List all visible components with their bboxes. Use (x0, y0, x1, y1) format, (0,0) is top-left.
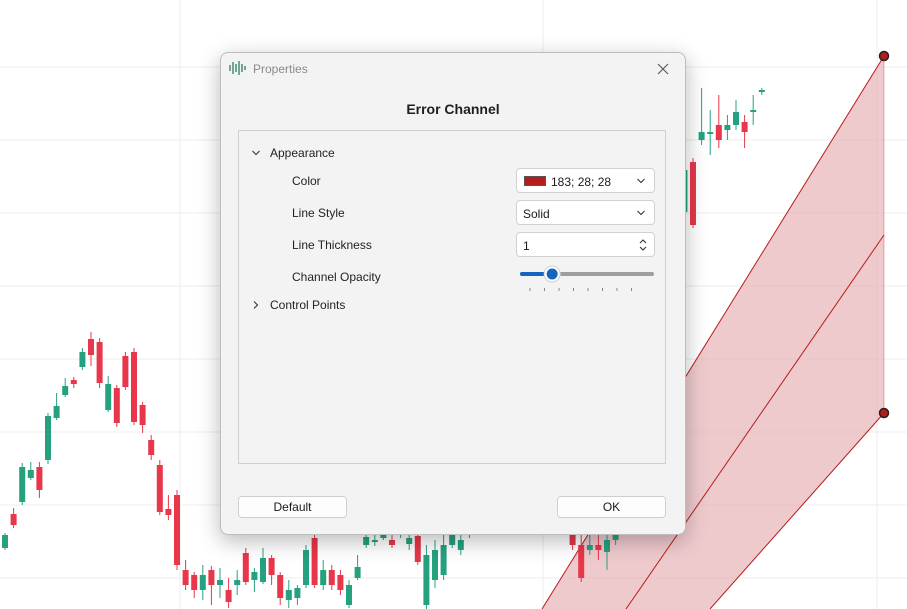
candle-body (457, 540, 464, 550)
candle-body (311, 538, 318, 585)
ok-button[interactable]: OK (557, 496, 666, 518)
close-button[interactable] (651, 59, 675, 79)
candle-body (251, 572, 258, 580)
candle-body (389, 540, 395, 545)
candle-body (690, 162, 696, 225)
candle-body (406, 538, 413, 544)
candle-body (320, 570, 327, 585)
candle-body (156, 465, 163, 512)
line-style-value: Solid (523, 207, 550, 221)
candle-body (268, 558, 275, 575)
candle-body (36, 467, 43, 490)
candle-body (707, 132, 714, 134)
line-thickness-spinbox[interactable]: 1 (516, 232, 655, 257)
candle-body (113, 388, 120, 423)
candle-body (724, 125, 731, 130)
candle-body (578, 545, 585, 578)
candle-body (148, 440, 155, 455)
candle-body (53, 406, 60, 418)
candle-body (346, 585, 352, 605)
candle-body (2, 535, 8, 548)
candle-body (70, 380, 77, 384)
color-value: 183; 28; 28 (551, 175, 612, 189)
candle-body (715, 125, 722, 140)
candle-body (604, 540, 610, 552)
candle-body (303, 550, 309, 585)
candle-body (217, 580, 223, 585)
title-bar: Properties (221, 53, 685, 85)
candle-body (182, 570, 189, 585)
candle-body (586, 545, 593, 550)
group-appearance[interactable]: Appearance (270, 146, 335, 160)
candle-body (423, 555, 430, 605)
default-button[interactable]: Default (238, 496, 347, 518)
candle-body (122, 356, 129, 387)
candle-body (96, 342, 103, 383)
candle-body (165, 509, 172, 515)
color-swatch (524, 176, 546, 186)
candle-body (285, 590, 292, 600)
line-style-label: Line Style (292, 206, 345, 220)
candle-body (225, 590, 232, 602)
channel-control-point (878, 407, 890, 419)
candle-body (449, 535, 456, 545)
color-label: Color (292, 174, 321, 188)
line-style-select[interactable]: Solid (516, 200, 655, 225)
chevron-down-icon (637, 178, 645, 184)
channel-opacity-slider[interactable] (520, 263, 656, 293)
dialog-heading: Error Channel (406, 101, 500, 117)
candle-body (79, 352, 86, 367)
properties-dialog: Properties Error Channel Appearance Colo… (220, 52, 686, 535)
candle-body (139, 405, 146, 425)
candle-body (337, 575, 344, 590)
property-tree: Appearance Color 183; 28; 28 Line Style … (238, 130, 666, 464)
candle-body (191, 575, 198, 590)
candle-body (328, 570, 335, 585)
candle-body (741, 122, 748, 132)
candle-body (131, 352, 137, 422)
candle-body (199, 575, 206, 590)
candle-body (432, 550, 438, 580)
candle-body (750, 110, 757, 112)
spinner-arrows-icon[interactable] (638, 236, 648, 254)
color-picker[interactable]: 183; 28; 28 (516, 168, 655, 193)
candle-body (242, 553, 249, 582)
candle-body (733, 112, 739, 125)
line-thickness-value: 1 (523, 239, 530, 253)
candle-body (234, 580, 241, 585)
channel-opacity-label: Channel Opacity (292, 270, 381, 284)
candle-body (758, 90, 765, 92)
candle-body (260, 558, 266, 582)
candle-body (88, 339, 94, 355)
candle-body (354, 567, 361, 578)
group-control-points[interactable]: Control Points (270, 298, 345, 312)
close-icon (657, 63, 669, 75)
chevron-right-icon[interactable] (251, 300, 261, 310)
candle-body (414, 536, 421, 562)
line-thickness-label: Line Thickness (292, 238, 372, 252)
window-title: Properties (253, 62, 308, 76)
candle-body (440, 545, 447, 575)
candle-body (208, 570, 215, 585)
candle-body (277, 575, 284, 598)
chevron-down-icon[interactable] (251, 148, 261, 158)
candle-body (371, 540, 378, 542)
candle-body (19, 467, 26, 502)
candle-body (174, 495, 180, 565)
candle-body (62, 386, 69, 395)
candle-body (294, 588, 301, 598)
candle-body (105, 384, 112, 410)
channel-control-point (878, 50, 890, 62)
candle-body (363, 537, 370, 545)
chevron-down-icon (637, 210, 645, 216)
candle-body (45, 416, 51, 460)
candle-body (380, 535, 387, 538)
waveform-app-icon (229, 61, 246, 75)
candle-body (595, 545, 602, 550)
candle-body (698, 132, 705, 140)
candle-body (10, 514, 17, 525)
candle-body (27, 470, 34, 478)
